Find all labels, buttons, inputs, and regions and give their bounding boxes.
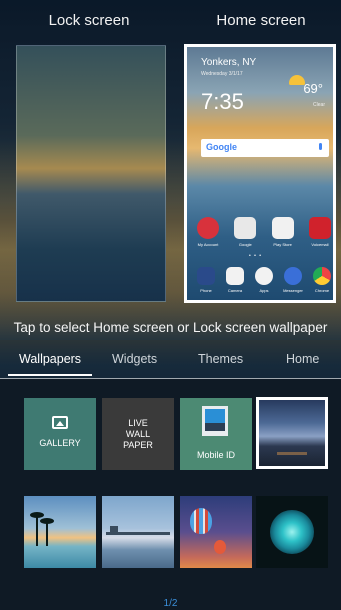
balloon-shape — [214, 540, 226, 554]
lock-screen-label[interactable]: Lock screen — [16, 12, 162, 29]
mobile-id-tile[interactable]: Mobile ID — [180, 398, 252, 470]
gallery-label: GALLERY — [39, 438, 81, 448]
app-label: Google — [238, 242, 252, 247]
tab-selection-indicator — [8, 374, 92, 376]
wallpaper-pier[interactable] — [102, 496, 174, 568]
home-app-row-1: My Account Google Play Store Voicemail — [193, 217, 333, 247]
app-label: Camera — [227, 288, 243, 293]
app-label: Play Store — [273, 242, 292, 247]
palm-trunk — [36, 516, 38, 546]
pier-deck — [106, 532, 170, 535]
app-label: Phone — [200, 288, 212, 293]
pier-shape — [277, 452, 307, 455]
google-search-bar: Google — [201, 139, 329, 157]
phone-icon — [197, 267, 215, 285]
app-label: Apps — [259, 288, 269, 293]
palm-leaves — [30, 512, 44, 518]
tab-widgets[interactable]: Widgets — [112, 352, 157, 366]
app-voicemail: Voicemail — [305, 217, 333, 247]
live-wallpaper-line2: WALL — [125, 429, 151, 439]
app-messenger: Messenger — [280, 267, 306, 293]
app-label: Messenger — [283, 288, 303, 293]
messenger-icon — [284, 267, 302, 285]
home-screen-label[interactable]: Home screen — [186, 12, 336, 29]
my-account-icon — [197, 217, 219, 239]
voicemail-icon — [308, 217, 331, 239]
tab-themes[interactable]: Themes — [198, 352, 243, 366]
app-label: My Account — [197, 242, 219, 247]
app-my-account: My Account — [193, 217, 223, 247]
live-wallpaper-line3: PAPER — [123, 440, 153, 450]
tab-home[interactable]: Home — [286, 352, 319, 366]
wallpaper-hot-air-balloons[interactable] — [180, 496, 252, 568]
app-google: Google — [230, 217, 260, 247]
tab-wallpapers[interactable]: Wallpapers — [19, 352, 81, 366]
app-apps: Apps — [251, 267, 277, 293]
app-label: Chrome — [314, 288, 330, 293]
page-dots: • • • — [249, 253, 263, 259]
mobile-id-icon — [202, 406, 228, 436]
home-screen-preview[interactable]: Yonkers, NY Wednesday 3/1/17 7:35 69° Cl… — [184, 44, 336, 303]
page-indicator: 1/2 — [163, 598, 178, 609]
app-play-store: Play Store — [268, 217, 298, 247]
wallpaper-teal-burst[interactable] — [256, 496, 328, 568]
app-chrome: Chrome — [309, 267, 333, 293]
google-logo: Google — [206, 142, 237, 152]
palm-trunk — [46, 522, 48, 546]
wallpaper-palm-beach[interactable] — [24, 496, 96, 568]
live-wallpaper-tile[interactable]: LIVE WALL PAPER — [102, 398, 174, 470]
google-folder-icon — [234, 217, 257, 239]
wallpaper-milky-way-selected[interactable] — [256, 397, 328, 469]
home-dock: Phone Camera Apps Messenger Chrome — [193, 267, 333, 293]
mic-icon — [319, 143, 322, 150]
chrome-icon — [313, 267, 331, 285]
palm-leaves — [40, 518, 54, 524]
apps-grid-icon — [255, 267, 273, 285]
burst-shape — [270, 510, 314, 554]
camera-icon — [226, 267, 244, 285]
lock-screen-preview[interactable] — [16, 45, 166, 302]
weather-date: Wednesday 3/1/17 — [201, 71, 243, 77]
mobile-id-label: Mobile ID — [196, 450, 235, 460]
clock-time: 7:35 — [201, 89, 244, 114]
image-icon — [52, 416, 68, 429]
balloon-shape — [190, 508, 212, 534]
weather-condition: Clear — [313, 102, 325, 108]
app-label: Voicemail — [311, 242, 329, 247]
gallery-tile[interactable]: GALLERY — [24, 398, 96, 470]
instruction-text: Tap to select Home screen or Lock screen… — [13, 320, 328, 335]
tab-bar: Wallpapers Widgets Themes Home — [0, 352, 341, 378]
app-phone: Phone — [193, 267, 219, 293]
weather-temperature: 69° — [303, 81, 323, 96]
weather-city: Yonkers, NY — [201, 57, 257, 68]
live-wallpaper-line1: LIVE — [128, 418, 148, 428]
app-camera: Camera — [222, 267, 248, 293]
play-store-icon — [271, 217, 294, 239]
